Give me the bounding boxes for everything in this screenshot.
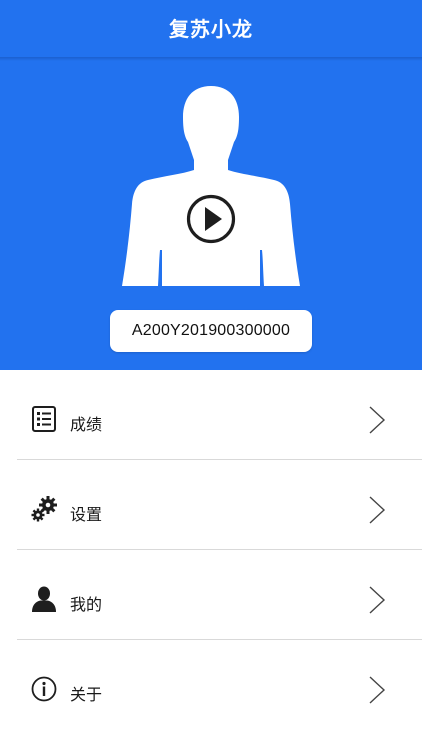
menu-item-label: 设置 <box>70 505 103 524</box>
gears-icon <box>31 496 57 522</box>
human-torso-silhouette <box>122 86 300 286</box>
menu-item-label: 成绩 <box>70 415 103 434</box>
info-icon <box>31 676 57 702</box>
title-bar: 复苏小龙 <box>0 0 422 57</box>
device-serial-badge: A200Y201900300000 <box>110 310 312 352</box>
chevron-right-icon <box>369 406 386 434</box>
chevron-right-icon <box>369 496 386 524</box>
menu-item-label: 我的 <box>70 595 103 614</box>
play-icon[interactable] <box>186 194 236 244</box>
menu-item-label: 关于 <box>70 685 103 704</box>
list-icon <box>32 406 56 432</box>
menu-item-about[interactable]: 关于 <box>0 640 422 730</box>
menu-item-profile[interactable]: 我的 <box>0 550 422 640</box>
main-menu: 成绩 设置 我的 关于 <box>0 370 422 730</box>
page-title: 复苏小龙 <box>169 17 253 41</box>
chevron-right-icon <box>369 676 386 704</box>
menu-item-scores[interactable]: 成绩 <box>0 370 422 460</box>
device-serial-text: A200Y201900300000 <box>131 322 291 339</box>
user-icon <box>32 586 56 612</box>
app-screen: 复苏小龙 A200Y201900300000 成绩 设置 我的 关于 <box>0 0 422 750</box>
chevron-right-icon <box>369 586 386 614</box>
menu-item-settings[interactable]: 设置 <box>0 460 422 550</box>
